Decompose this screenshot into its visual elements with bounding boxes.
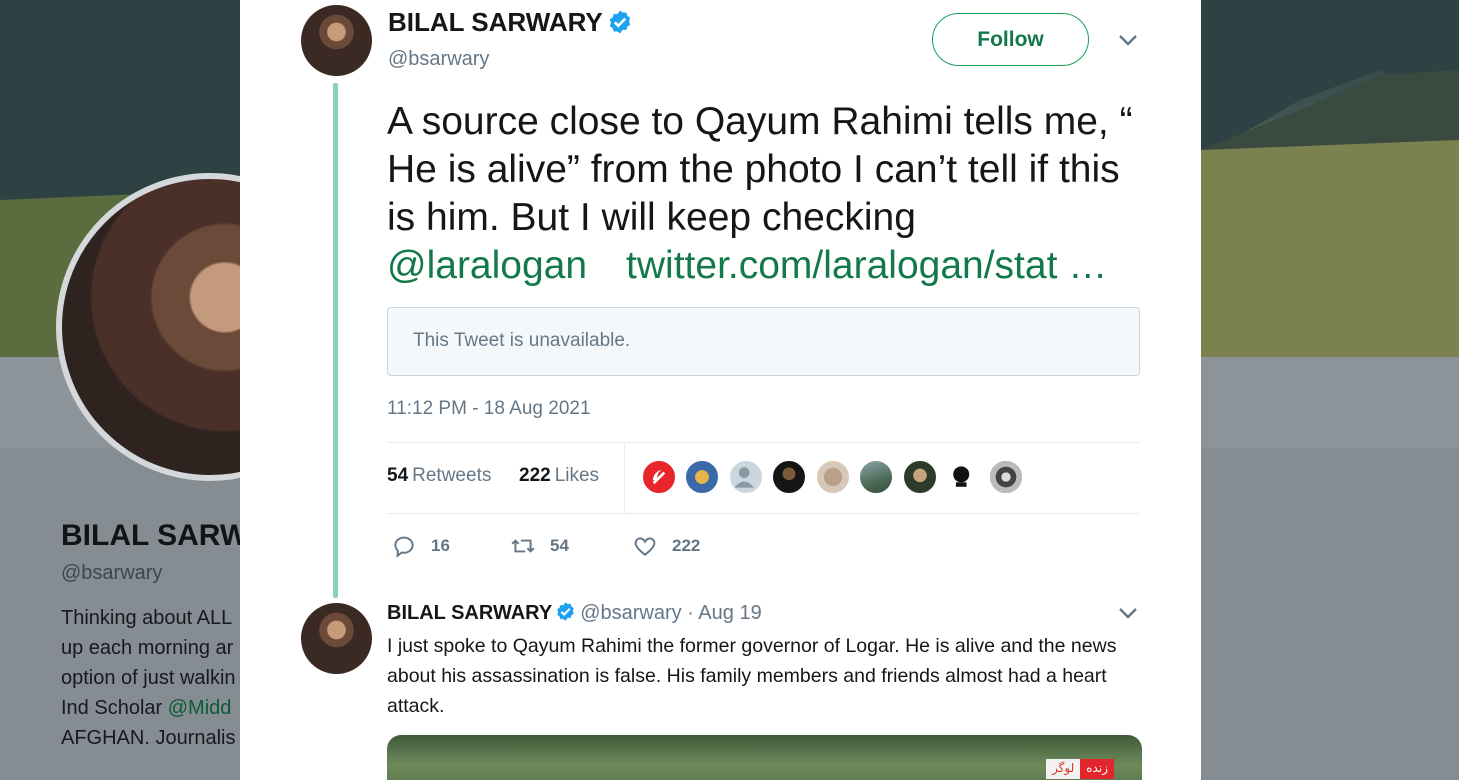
author-avatar[interactable] [301,5,372,76]
profile-name: BILAL SARW [61,519,249,552]
follow-button[interactable]: Follow [932,13,1089,66]
media-live-label: زنده [1080,759,1114,779]
liker-avatar[interactable] [684,459,720,495]
media-news-badge: لوگر زنده [1046,759,1114,779]
tweet-timestamp[interactable]: 11:12 PM - 18 Aug 2021 [387,398,591,420]
divider [387,513,1140,514]
liker-avatar[interactable] [728,459,764,495]
verified-badge-icon [609,10,630,34]
silhouette-logo-icon [953,466,970,487]
like-heart-icon [634,537,656,556]
mention-link[interactable]: @laralogan [387,244,587,287]
divider [624,443,625,513]
quoted-tweet-card[interactable]: This Tweet is unavailable. [387,307,1140,376]
liker-avatar[interactable] [771,459,807,495]
profile-bio-line: AFGHAN. Journalis [61,727,236,749]
reply-meta[interactable]: @bsarwary · Aug 19 [580,602,762,624]
profile-handle: @bsarwary [61,562,163,584]
author-name[interactable]: BILAL SARWARY [388,7,633,38]
liker-avatar[interactable] [858,459,894,495]
liker-avatar[interactable] [815,459,851,495]
profile-bio-line: Thinking about ALL [61,607,233,629]
bio-mention-link[interactable]: @Midd [168,697,232,719]
hammer-sickle-icon [652,469,666,485]
media-place-label: لوگر [1046,759,1081,779]
retweets-stat[interactable]: 54 Retweets [387,465,491,487]
reply-author-name[interactable]: BILAL SARWARY [387,602,552,624]
divider [387,442,1140,443]
quoted-tweet-unavailable-text: This Tweet is unavailable. [413,330,631,351]
chevron-down-icon[interactable] [1117,32,1139,48]
likes-stat[interactable]: 222 Likes [519,465,599,487]
default-user-icon [734,467,754,488]
thread-line [333,83,338,598]
tweet-text: A source close to Qayum Rahimi tells me,… [387,100,1133,287]
profile-bio-line: up each morning ar [61,637,234,659]
tweet-url-link[interactable]: twitter.com/laralogan/stat … [626,244,1107,287]
reply-text: I just spoke to Qayum Rahimi the former … [387,635,1117,717]
like-action[interactable]: 222 [632,533,700,559]
liker-avatar[interactable] [988,459,1024,495]
liker-avatar[interactable] [641,459,677,495]
chevron-down-icon[interactable] [1117,605,1139,621]
reply-author-avatar[interactable] [301,603,372,674]
tweet-modal: BILAL SARWARY @bsarwary Follow A source … [240,0,1201,780]
retweet-action[interactable]: 54 [510,533,569,559]
reply-action[interactable]: 16 [391,533,450,559]
reply-icon [394,536,414,558]
profile-bio-line: Ind Scholar @Midd [61,697,232,719]
liker-avatar[interactable] [902,459,938,495]
retweet-icon [511,539,535,553]
liker-avatar[interactable] [945,459,981,495]
verified-badge-icon [557,602,574,621]
reply-media-image[interactable]: لوگر زنده [387,735,1142,780]
profile-bio-line: option of just walkin [61,667,236,689]
reply-header: BILAL SARWARY @bsarwary · Aug 19 [387,601,762,625]
author-handle[interactable]: @bsarwary [388,48,489,71]
